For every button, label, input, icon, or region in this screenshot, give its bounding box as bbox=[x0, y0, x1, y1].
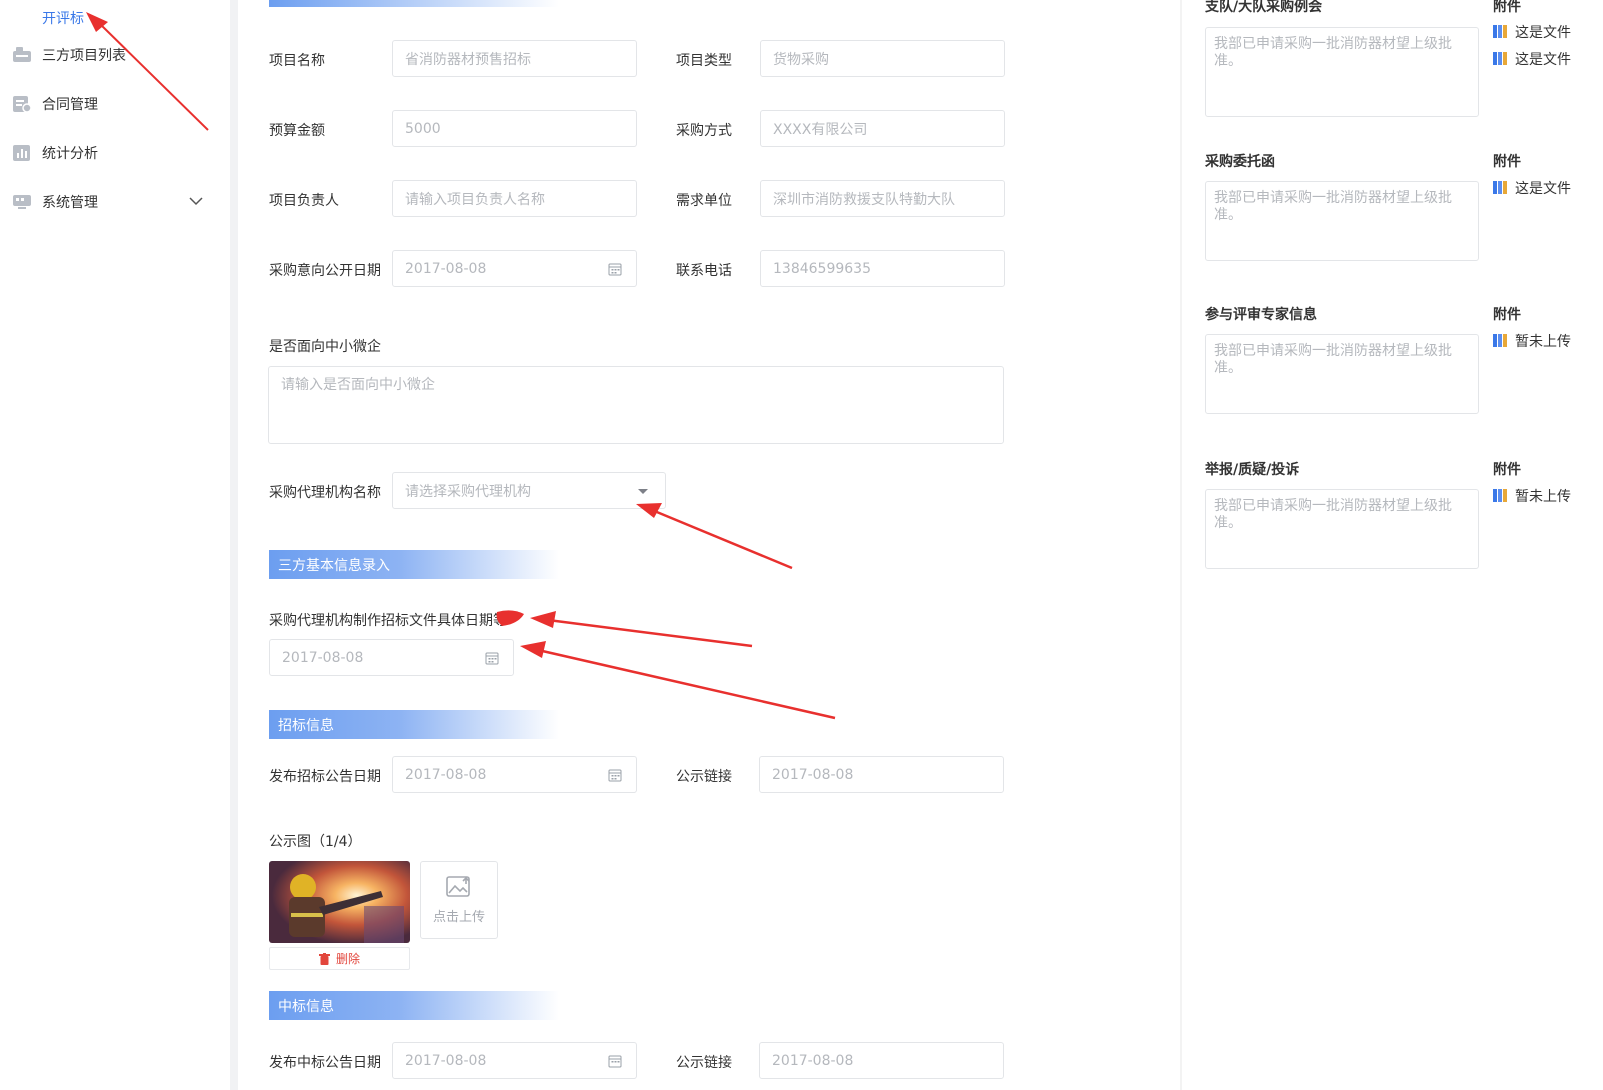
project-leader-label: 项目负责人 bbox=[269, 193, 339, 209]
project-leader-input[interactable]: 请输入项目负责人名称 bbox=[392, 180, 637, 217]
intent-date-label: 采购意向公开日期 bbox=[269, 263, 381, 279]
budget-label: 预算金额 bbox=[269, 123, 325, 139]
sidebar-item-label: 合同管理 bbox=[42, 97, 98, 113]
file-icon bbox=[1493, 52, 1509, 66]
attachment-file-link[interactable]: 这是文件 bbox=[1493, 178, 1571, 198]
sidebar-item-label: 三方项目列表 bbox=[42, 48, 126, 64]
sidebar-item-contract[interactable]: 合同管理 bbox=[12, 89, 98, 119]
purchase-method-label: 采购方式 bbox=[676, 123, 732, 139]
section-header-bar bbox=[269, 0, 559, 7]
budget-input[interactable]: 5000 bbox=[392, 110, 637, 147]
calendar-icon bbox=[608, 1055, 622, 1068]
sidebar-item-project-list[interactable]: 三方项目列表 bbox=[12, 40, 126, 70]
experts-textarea[interactable]: 我部已申请采购一批消防器材望上级批准。 bbox=[1205, 334, 1479, 414]
attachment-file-link[interactable]: 这是文件 bbox=[1493, 49, 1571, 69]
bid-link-label: 公示链接 bbox=[676, 769, 732, 785]
project-name-input[interactable]: 省消防器材预售招标 bbox=[392, 40, 637, 77]
attachment-label: 附件 bbox=[1493, 462, 1521, 478]
bid-notice-date-label: 发布招标公告日期 bbox=[269, 769, 381, 785]
chart-icon bbox=[12, 144, 32, 162]
complaint-label: 举报/质疑/投诉 bbox=[1205, 462, 1300, 478]
entrust-letter-textarea[interactable]: 我部已申请采购一批消防器材望上级批准。 bbox=[1205, 181, 1479, 261]
attachment-label: 附件 bbox=[1493, 0, 1521, 15]
sidebar-item-label: 系统管理 bbox=[42, 195, 98, 211]
file-icon bbox=[1493, 181, 1509, 195]
demand-unit-label: 需求单位 bbox=[676, 193, 732, 209]
caret-down-icon bbox=[638, 489, 648, 494]
attachment-file-name: 这是文件 bbox=[1515, 25, 1571, 41]
attachment-status-text: 暂未上传 bbox=[1515, 489, 1571, 505]
file-icon bbox=[1493, 25, 1509, 39]
sidebar-divider bbox=[230, 0, 238, 1090]
date-value: 2017-08-08 bbox=[405, 1052, 487, 1069]
delete-label: 删除 bbox=[335, 952, 360, 966]
delete-image-button[interactable]: 删除 bbox=[269, 947, 410, 970]
project-name-label: 项目名称 bbox=[269, 53, 325, 69]
project-list-icon bbox=[12, 46, 32, 64]
calendar-icon bbox=[608, 263, 622, 276]
sidebar-item-system[interactable]: 系统管理 bbox=[12, 187, 98, 217]
date-value: 2017-08-08 bbox=[405, 766, 487, 783]
calendar-icon bbox=[608, 769, 622, 782]
trash-icon bbox=[318, 952, 330, 965]
experts-label: 参与评审专家信息 bbox=[1205, 307, 1317, 323]
sme-textarea[interactable]: 请输入是否面向中小微企 bbox=[268, 366, 1004, 444]
date-value: 2017-08-08 bbox=[405, 260, 487, 277]
attachment-label: 附件 bbox=[1493, 154, 1521, 170]
win-link-label: 公示链接 bbox=[676, 1055, 732, 1071]
win-notice-date-label: 发布中标公告日期 bbox=[269, 1055, 381, 1071]
upload-label: 点击上传 bbox=[432, 909, 485, 925]
bid-notice-date-input[interactable]: 2017-08-08 bbox=[392, 756, 637, 793]
agency-placeholder: 请选择采购代理机构 bbox=[405, 483, 531, 500]
file-icon bbox=[1493, 334, 1509, 348]
project-type-label: 项目类型 bbox=[676, 53, 732, 69]
phone-input[interactable]: 13846599635 bbox=[760, 250, 1005, 287]
attachment-status: 暂未上传 bbox=[1493, 486, 1571, 506]
phone-label: 联系电话 bbox=[676, 263, 732, 279]
win-notice-date-input[interactable]: 2017-08-08 bbox=[392, 1042, 637, 1079]
image-upload-icon bbox=[446, 875, 470, 897]
complaint-textarea[interactable]: 我部已申请采购一批消防器材望上级批准。 bbox=[1205, 489, 1479, 569]
right-panel-divider bbox=[1180, 0, 1182, 1090]
notice-images-label: 公示图（1/4） bbox=[269, 834, 362, 850]
section-bidding-info: 招标信息 bbox=[269, 710, 559, 739]
sidebar-subitem-bid-opening[interactable]: 开评标 bbox=[42, 8, 84, 28]
section-winning-info: 中标信息 bbox=[269, 991, 559, 1020]
notice-image-thumbnail[interactable] bbox=[269, 861, 410, 943]
attachment-file-name: 这是文件 bbox=[1515, 52, 1571, 68]
win-link-input[interactable]: 2017-08-08 bbox=[759, 1042, 1004, 1079]
system-icon bbox=[12, 193, 32, 211]
entrust-letter-label: 采购委托函 bbox=[1205, 154, 1275, 170]
upload-button[interactable]: 点击上传 bbox=[420, 861, 498, 939]
demand-unit-input[interactable]: 深圳市消防救援支队特勤大队 bbox=[760, 180, 1005, 217]
sidebar-item-label: 统计分析 bbox=[42, 146, 98, 162]
intent-date-input[interactable]: 2017-08-08 bbox=[392, 250, 637, 287]
contract-icon bbox=[12, 95, 32, 113]
purchase-method-input[interactable]: XXXX有限公司 bbox=[760, 110, 1005, 147]
attachment-file-name: 这是文件 bbox=[1515, 181, 1571, 197]
meeting-textarea[interactable]: 我部已申请采购一批消防器材望上级批准。 bbox=[1205, 27, 1479, 117]
chevron-down-icon[interactable] bbox=[188, 193, 204, 209]
doc-date-input[interactable]: 2017-08-08 bbox=[269, 639, 514, 676]
project-type-input[interactable]: 货物采购 bbox=[760, 40, 1005, 77]
meeting-label: 支队/大队采购例会 bbox=[1205, 0, 1323, 15]
sidebar-item-statistics[interactable]: 统计分析 bbox=[12, 138, 98, 168]
doc-date-label: 采购代理机构制作招标文件具体日期等 bbox=[269, 613, 507, 629]
calendar-icon bbox=[485, 652, 499, 665]
sidebar: 开评标 三方项目列表 合同管理 统计分析 系统管理 bbox=[0, 0, 232, 1090]
agency-label: 采购代理机构名称 bbox=[269, 485, 381, 501]
attachment-status-text: 暂未上传 bbox=[1515, 334, 1571, 350]
agency-select[interactable]: 请选择采购代理机构 bbox=[392, 472, 666, 509]
bid-link-input[interactable]: 2017-08-08 bbox=[759, 756, 1004, 793]
sme-label: 是否面向中小微企 bbox=[269, 339, 381, 355]
firefighter-photo bbox=[269, 861, 410, 943]
attachment-file-link[interactable]: 这是文件 bbox=[1493, 22, 1571, 42]
date-value: 2017-08-08 bbox=[282, 649, 364, 666]
attachment-status: 暂未上传 bbox=[1493, 331, 1571, 351]
file-icon bbox=[1493, 489, 1509, 503]
section-basic-info: 三方基本信息录入 bbox=[269, 550, 559, 579]
attachment-label: 附件 bbox=[1493, 307, 1521, 323]
